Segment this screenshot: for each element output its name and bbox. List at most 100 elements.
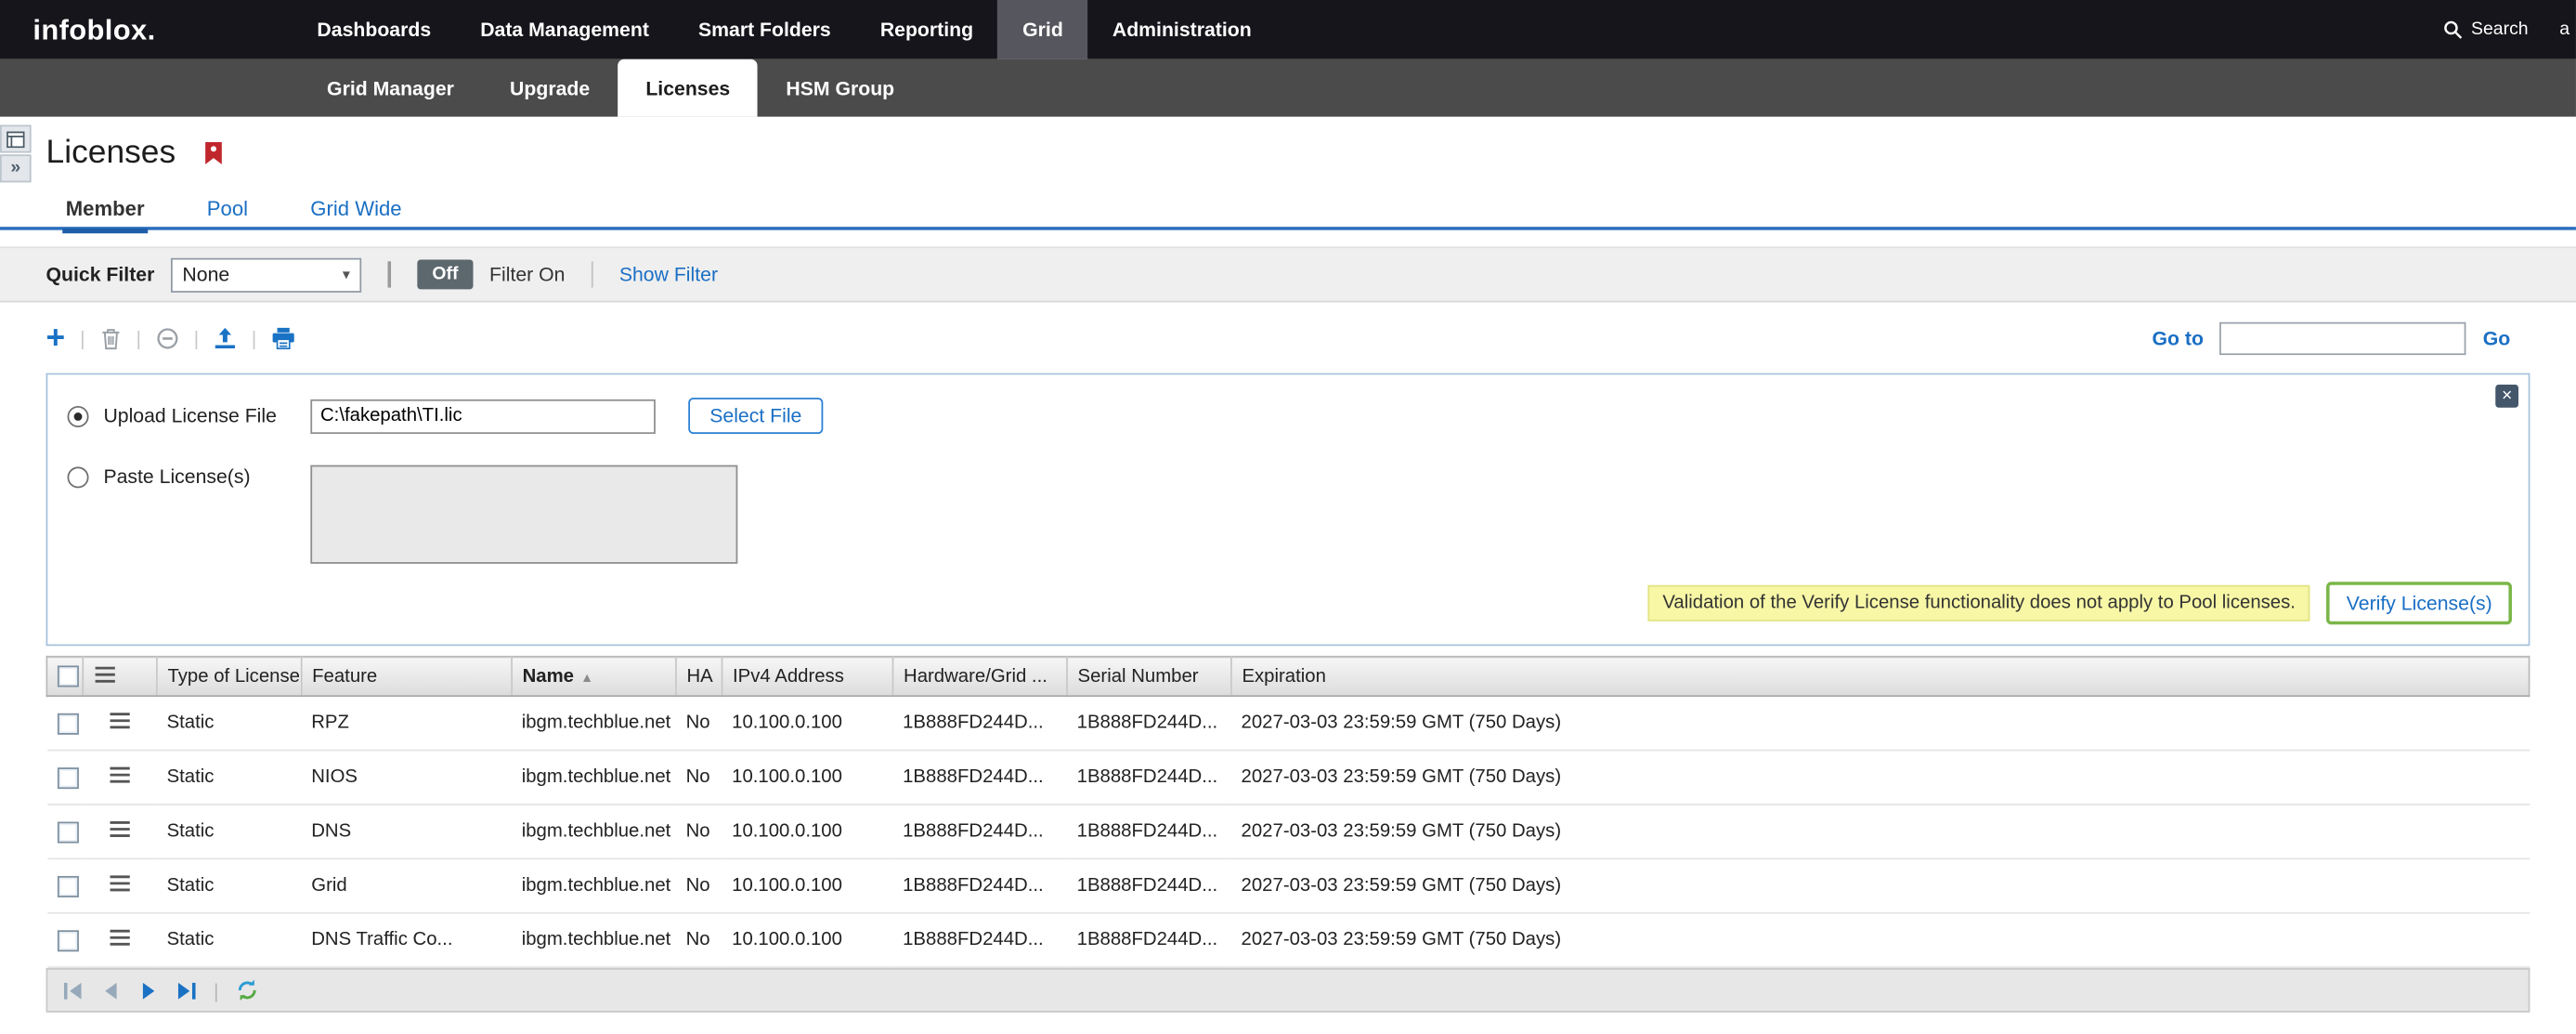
row-menu-icon[interactable]: [109, 766, 132, 783]
cell-type: Static: [157, 913, 302, 967]
tab-pool[interactable]: Pool: [203, 188, 251, 230]
subnav-upgrade[interactable]: Upgrade: [482, 59, 618, 117]
cell-ha: No: [676, 913, 722, 967]
nav-reporting[interactable]: Reporting: [855, 0, 997, 59]
cell-serial: 1B888FD244D...: [1067, 805, 1231, 858]
nav-dashboards[interactable]: Dashboards: [293, 0, 456, 59]
cell-serial: 1B888FD244D...: [1067, 751, 1231, 805]
radio-unselected-icon[interactable]: [68, 466, 89, 488]
go-button[interactable]: Go: [2483, 327, 2510, 350]
nav-data-management[interactable]: Data Management: [456, 0, 674, 59]
column-serial[interactable]: Serial Number: [1067, 657, 1231, 696]
nav-smart-folders[interactable]: Smart Folders: [673, 0, 855, 59]
refresh-icon[interactable]: [235, 978, 260, 1003]
column-expiration[interactable]: Expiration: [1231, 657, 2530, 696]
paste-license-radio[interactable]: Paste License(s): [68, 465, 298, 489]
cell-ipv4: 10.100.0.100: [722, 696, 893, 750]
divider: |: [252, 327, 257, 350]
header-checkbox-cell: [46, 657, 83, 696]
row-checkbox[interactable]: [57, 875, 78, 897]
table-row[interactable]: Static RPZ ibgm.techblue.net No 10.100.0…: [46, 696, 2529, 750]
next-page-icon[interactable]: [138, 980, 160, 1000]
column-type[interactable]: Type of License: [157, 657, 302, 696]
divider: |: [80, 327, 85, 350]
cell-serial: 1B888FD244D...: [1067, 696, 1231, 750]
bookmark-icon[interactable]: [203, 141, 223, 166]
search-label[interactable]: Search: [2471, 20, 2529, 39]
cell-hardware: 1B888FD244D...: [893, 913, 1068, 967]
cell-expiration: 2027-03-03 23:59:59 GMT (750 Days): [1231, 751, 2530, 805]
row-menu-icon[interactable]: [109, 929, 132, 947]
top-nav-bar: infoblox. Dashboards Data Management Sma…: [0, 0, 2576, 59]
cell-name: ibgm.techblue.net: [512, 751, 676, 805]
user-menu[interactable]: a: [2559, 20, 2576, 39]
cell-expiration: 2027-03-03 23:59:59 GMT (750 Days): [1231, 696, 2530, 750]
print-icon[interactable]: [271, 327, 296, 350]
row-menu-icon[interactable]: [109, 820, 132, 838]
table-row[interactable]: Static DNS ibgm.techblue.net No 10.100.0…: [46, 805, 2529, 858]
tab-member[interactable]: Member: [62, 188, 148, 230]
goto-input[interactable]: [2220, 322, 2466, 355]
finder-panel-icon[interactable]: [0, 124, 32, 152]
row-checkbox[interactable]: [57, 766, 78, 788]
subnav-grid-manager[interactable]: Grid Manager: [299, 59, 482, 117]
cell-type: Static: [157, 805, 302, 858]
cell-type: Static: [157, 751, 302, 805]
disable-icon[interactable]: [156, 327, 179, 350]
cell-serial: 1B888FD244D...: [1067, 913, 1231, 967]
cell-name: ibgm.techblue.net: [512, 858, 676, 912]
table-row[interactable]: Static NIOS ibgm.techblue.net No 10.100.…: [46, 751, 2529, 805]
cell-expiration: 2027-03-03 23:59:59 GMT (750 Days): [1231, 858, 2530, 912]
cell-feature: DNS: [302, 805, 512, 858]
table-row[interactable]: Static DNS Traffic Co... ibgm.techblue.n…: [46, 913, 2529, 967]
show-filter-link[interactable]: Show Filter: [619, 263, 718, 286]
column-feature[interactable]: Feature: [302, 657, 512, 696]
row-menu-icon[interactable]: [109, 874, 132, 892]
row-checkbox[interactable]: [57, 929, 78, 950]
delete-icon[interactable]: [100, 327, 122, 350]
license-file-path-input[interactable]: [310, 399, 656, 433]
row-menu-icon[interactable]: [109, 712, 132, 729]
column-name-label: Name: [523, 666, 574, 686]
filter-toggle-button[interactable]: Off: [417, 260, 473, 290]
table-toolbar: + | | | | Go to Go: [0, 308, 2576, 370]
column-name[interactable]: Name ▲: [512, 657, 676, 696]
first-page-icon[interactable]: [62, 980, 84, 1000]
subnav-hsm-group[interactable]: HSM Group: [758, 59, 922, 117]
row-checkbox[interactable]: [57, 821, 78, 843]
search-icon[interactable]: [2443, 20, 2463, 39]
upload-file-radio[interactable]: Upload License File: [68, 404, 298, 427]
expand-panel-icon[interactable]: »: [0, 154, 32, 182]
paste-license-row: Paste License(s): [47, 434, 2528, 564]
quick-filter-dropdown[interactable]: None ▾: [171, 257, 361, 292]
cell-feature: Grid: [302, 858, 512, 912]
filter-on-label: Filter On: [489, 263, 565, 286]
select-file-button[interactable]: Select File: [688, 398, 823, 434]
nav-administration[interactable]: Administration: [1087, 0, 1276, 59]
cell-ipv4: 10.100.0.100: [722, 805, 893, 858]
header-menu-cell: [83, 657, 157, 696]
close-icon[interactable]: ×: [2495, 385, 2518, 408]
nav-grid[interactable]: Grid: [998, 0, 1088, 59]
paste-license-textarea[interactable]: [310, 465, 737, 564]
cell-feature: RPZ: [302, 696, 512, 750]
prev-page-icon[interactable]: [100, 980, 122, 1000]
row-checkbox[interactable]: [57, 713, 78, 734]
column-ha[interactable]: HA: [676, 657, 722, 696]
add-icon[interactable]: +: [46, 327, 66, 350]
cell-ha: No: [676, 751, 722, 805]
cell-name: ibgm.techblue.net: [512, 696, 676, 750]
column-hardware[interactable]: Hardware/Grid ...: [893, 657, 1068, 696]
row-menu-icon[interactable]: [94, 665, 117, 683]
subnav-licenses[interactable]: Licenses: [618, 59, 758, 117]
cell-serial: 1B888FD244D...: [1067, 858, 1231, 912]
table-row[interactable]: Static Grid ibgm.techblue.net No 10.100.…: [46, 858, 2529, 912]
upload-icon[interactable]: [214, 327, 237, 350]
sort-asc-icon: ▲: [580, 670, 593, 685]
last-page-icon[interactable]: [176, 980, 197, 1000]
select-all-checkbox[interactable]: [58, 665, 79, 687]
radio-selected-icon[interactable]: [68, 405, 89, 426]
verify-license-button[interactable]: Verify License(s): [2327, 582, 2512, 624]
tab-grid-wide[interactable]: Grid Wide: [307, 188, 405, 230]
column-ipv4[interactable]: IPv4 Address: [722, 657, 893, 696]
